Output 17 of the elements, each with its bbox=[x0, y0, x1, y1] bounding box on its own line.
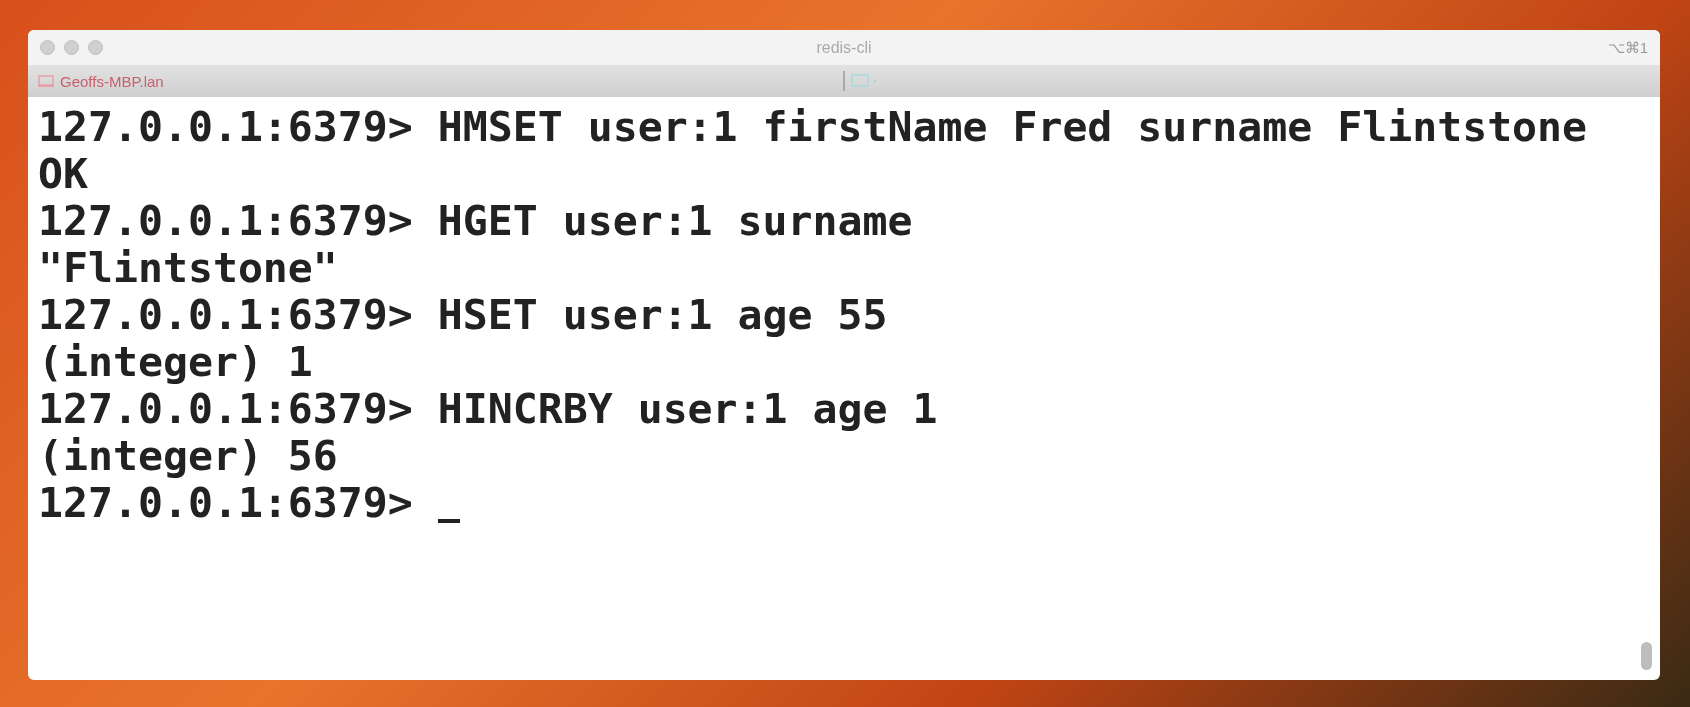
terminal-line: 127.0.0.1:6379> HSET user:1 age 55 bbox=[38, 291, 888, 338]
terminal-line: 127.0.0.1:6379> bbox=[38, 479, 414, 526]
window-title: redis-cli bbox=[816, 38, 872, 57]
terminal-line: OK bbox=[38, 150, 88, 197]
window-shortcut: ⌥⌘1 bbox=[1607, 38, 1648, 57]
minimize-button[interactable] bbox=[64, 40, 79, 55]
close-button[interactable] bbox=[40, 40, 55, 55]
terminal-line: 127.0.0.1:6379> HMSET user:1 firstName Fred surname Flintstone bbox=[38, 103, 1588, 150]
terminal-line: 127.0.0.1:6379> HINCRBY user:1 age 1 bbox=[38, 385, 938, 432]
terminal-line: (integer) 56 bbox=[38, 432, 338, 479]
terminal-line: "Flintstone" bbox=[38, 244, 338, 291]
terminal-line: (integer) 1 bbox=[38, 338, 313, 385]
scrollbar-thumb[interactable] bbox=[1641, 642, 1652, 670]
host-name: Geoffs-MBP.lan bbox=[60, 72, 164, 90]
terminal-line: 127.0.0.1:6379> HGET user:1 surname bbox=[38, 197, 913, 244]
laptop-icon bbox=[38, 75, 54, 87]
zoom-button[interactable] bbox=[88, 40, 103, 55]
